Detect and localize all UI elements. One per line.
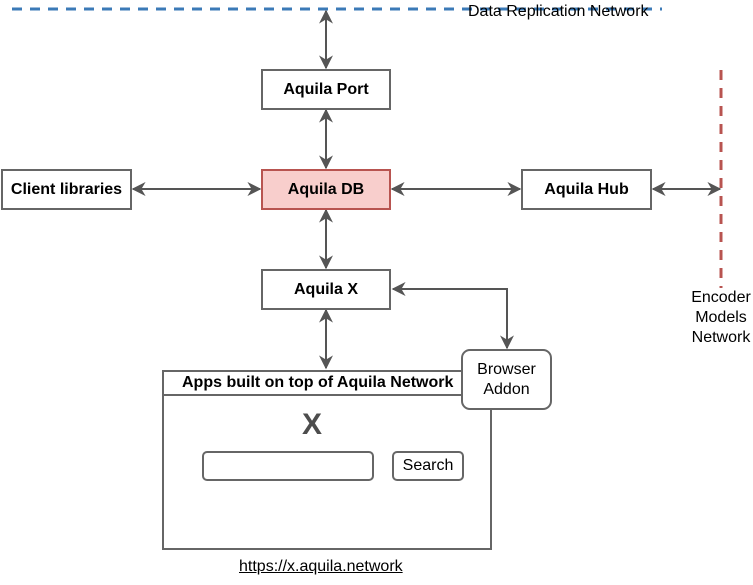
encoder-label-line-3: Network (691, 329, 751, 346)
aquila-hub-node[interactable]: Aquila Hub (521, 169, 652, 210)
aquila-x-label: Aquila X (293, 280, 358, 298)
client-libraries-node[interactable]: Client libraries (1, 169, 132, 210)
app-mockup-title: Apps built on top of Aquila Network (164, 372, 490, 396)
app-search-button[interactable]: Search (392, 451, 464, 481)
aquila-hub-label: Aquila Hub (544, 180, 629, 198)
client-libraries-label: Client libraries (10, 180, 123, 198)
aquila-x-node[interactable]: Aquila X (261, 269, 391, 310)
app-mockup-frame: Apps built on top of Aquila Network X Se… (162, 370, 492, 550)
encoder-models-network-label: Encoder Models Network (686, 288, 753, 348)
encoder-label-line-1: Encoder (691, 289, 751, 306)
encoder-label-line-2: Models (695, 309, 747, 326)
app-url-link[interactable]: https://x.aquila.network (239, 558, 403, 576)
aquila-db-node[interactable]: Aquila DB (261, 169, 391, 210)
app-logo: X (302, 408, 323, 441)
app-search-button-label: Search (402, 457, 454, 474)
edge-x-browser-addon (391, 282, 514, 350)
aquila-port-node[interactable]: Aquila Port (261, 69, 391, 110)
browser-addon-node[interactable]: Browser Addon (461, 349, 552, 410)
data-replication-network-label: Data Replication Network (468, 3, 649, 20)
browser-addon-line-1: Browser (477, 360, 536, 378)
aquila-port-label: Aquila Port (283, 80, 369, 98)
browser-addon-line-2: Addon (483, 380, 530, 398)
aquila-db-label: Aquila DB (287, 180, 365, 198)
app-search-input[interactable] (202, 451, 374, 481)
